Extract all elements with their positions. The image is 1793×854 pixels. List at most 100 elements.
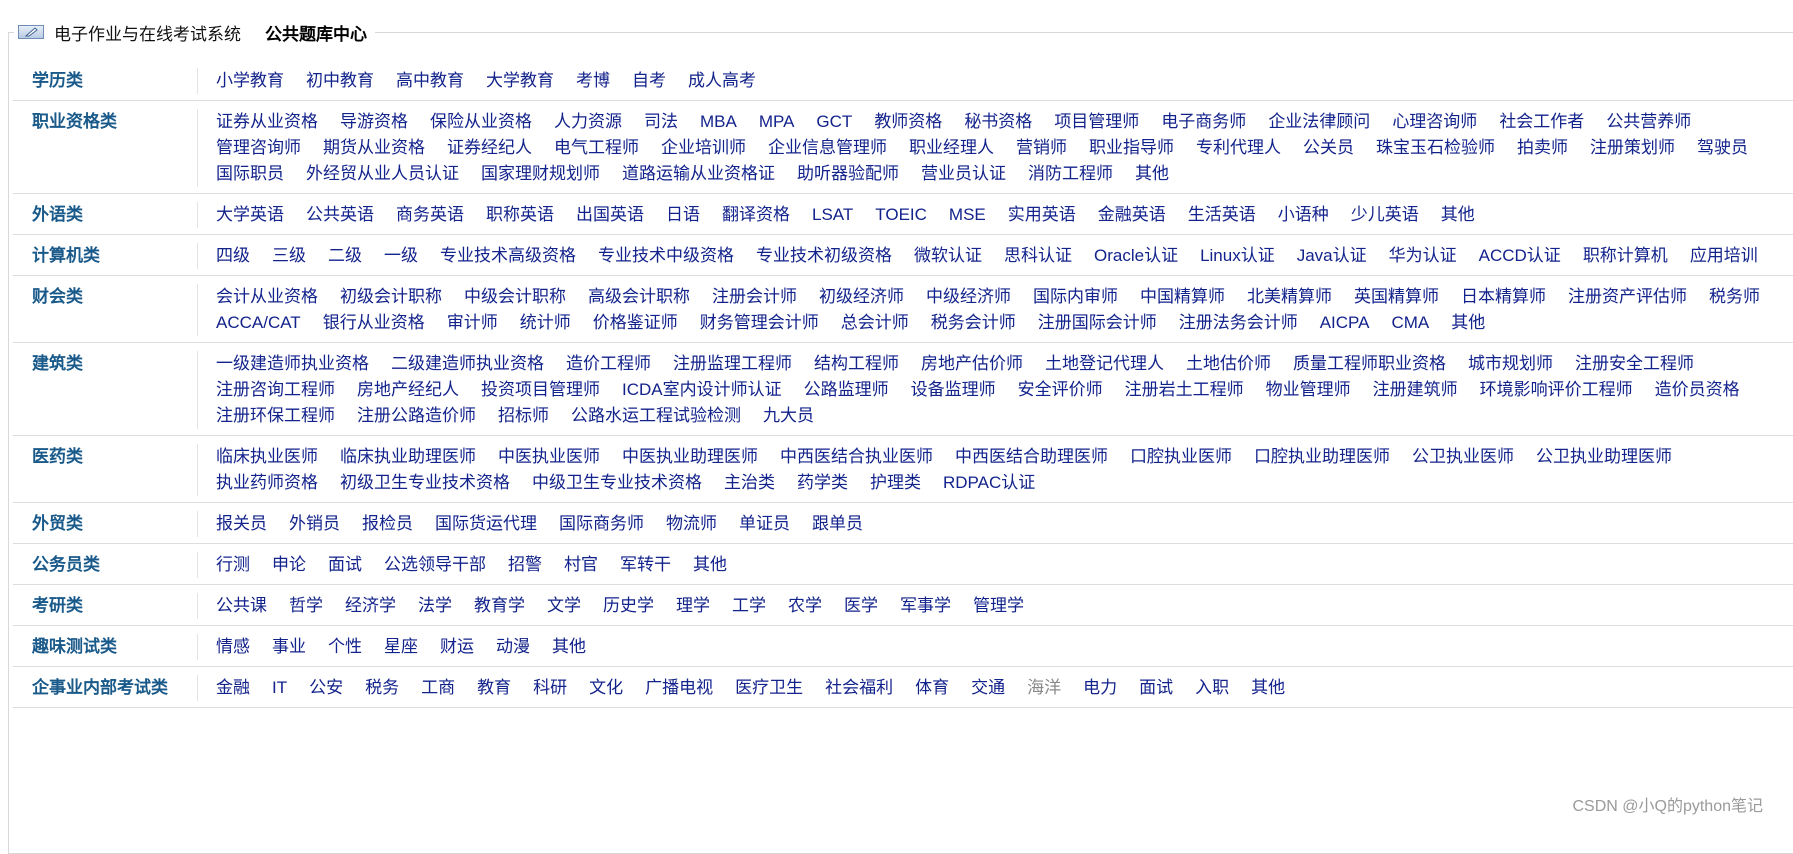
subject-link[interactable]: 农学 [788, 593, 822, 619]
subject-link[interactable]: 国家理财规划师 [481, 161, 600, 187]
subject-link[interactable]: 事业 [272, 634, 306, 660]
subject-link[interactable]: 证券经纪人 [447, 135, 532, 161]
subject-link[interactable]: 法学 [418, 593, 452, 619]
subject-link[interactable]: 教育 [477, 675, 511, 701]
subject-link[interactable]: 应用培训 [1690, 243, 1758, 269]
subject-link[interactable]: 临床执业助理医师 [340, 444, 476, 470]
subject-link[interactable]: 村官 [564, 552, 598, 578]
subject-link[interactable]: 中级经济师 [926, 284, 1011, 310]
subject-link[interactable]: 消防工程师 [1028, 161, 1113, 187]
subject-link[interactable]: 英国精算师 [1354, 284, 1439, 310]
subject-link[interactable]: 公关员 [1303, 135, 1354, 161]
subject-link[interactable]: 理学 [676, 593, 710, 619]
subject-link[interactable]: 职业指导师 [1089, 135, 1174, 161]
subject-link[interactable]: 金融 [216, 675, 250, 701]
subject-link[interactable]: 海洋 [1027, 675, 1061, 701]
subject-link[interactable]: 中医执业医师 [498, 444, 600, 470]
subject-link[interactable]: 专业技术中级资格 [598, 243, 734, 269]
subject-link[interactable]: 城市规划师 [1468, 351, 1553, 377]
subject-link[interactable]: 外销员 [289, 511, 340, 537]
subject-link[interactable]: ICDA室内设计师认证 [622, 377, 782, 403]
subject-link[interactable]: 驾驶员 [1697, 135, 1748, 161]
subject-link[interactable]: 人力资源 [554, 109, 622, 135]
subject-link[interactable]: 北美精算师 [1247, 284, 1332, 310]
subject-link[interactable]: 管理学 [973, 593, 1024, 619]
subject-link[interactable]: 中国精算师 [1140, 284, 1225, 310]
subject-link[interactable]: 大学教育 [486, 68, 554, 94]
subject-link[interactable]: 财运 [440, 634, 474, 660]
subject-link[interactable]: ACCA/CAT [216, 310, 301, 336]
subject-link[interactable]: 秘书资格 [964, 109, 1032, 135]
subject-link[interactable]: 公卫执业助理医师 [1536, 444, 1672, 470]
subject-link[interactable]: 注册法务会计师 [1179, 310, 1298, 336]
subject-link[interactable]: 护理类 [870, 470, 921, 496]
subject-link[interactable]: 中医执业助理医师 [622, 444, 758, 470]
subject-link[interactable]: 土地估价师 [1186, 351, 1271, 377]
subject-link[interactable]: 临床执业医师 [216, 444, 318, 470]
subject-link[interactable]: 注册安全工程师 [1575, 351, 1694, 377]
subject-link[interactable]: 三级 [272, 243, 306, 269]
subject-link[interactable]: 税务会计师 [931, 310, 1016, 336]
subject-link[interactable]: 国际货运代理 [435, 511, 537, 537]
subject-link[interactable]: 一级建造师执业资格 [216, 351, 369, 377]
subject-link[interactable]: 小语种 [1278, 202, 1329, 228]
subject-link[interactable]: 实用英语 [1008, 202, 1076, 228]
subject-link[interactable]: 动漫 [496, 634, 530, 660]
subject-link[interactable]: 报关员 [216, 511, 267, 537]
subject-link[interactable]: 注册岩土工程师 [1125, 377, 1244, 403]
subject-link[interactable]: 珠宝玉石检验师 [1376, 135, 1495, 161]
subject-link[interactable]: 证券从业资格 [216, 109, 318, 135]
subject-link[interactable]: 营销师 [1016, 135, 1067, 161]
subject-link[interactable]: 华为认证 [1389, 243, 1457, 269]
subject-link[interactable]: 口腔执业医师 [1130, 444, 1232, 470]
subject-link[interactable]: 中级会计职称 [464, 284, 566, 310]
subject-link[interactable]: 广播电视 [645, 675, 713, 701]
subject-link[interactable]: RDPAC认证 [943, 470, 1035, 496]
subject-link[interactable]: 初中教育 [306, 68, 374, 94]
subject-link[interactable]: 思科认证 [1004, 243, 1072, 269]
subject-link[interactable]: 自考 [632, 68, 666, 94]
subject-link[interactable]: 医学 [844, 593, 878, 619]
subject-link[interactable]: 统计师 [520, 310, 571, 336]
subject-link[interactable]: 其他 [1251, 675, 1285, 701]
subject-link[interactable]: 公共英语 [306, 202, 374, 228]
subject-link[interactable]: 少儿英语 [1351, 202, 1419, 228]
subject-link[interactable]: 公安 [309, 675, 343, 701]
subject-link[interactable]: 公卫执业医师 [1412, 444, 1514, 470]
subject-link[interactable]: 中级卫生专业技术资格 [532, 470, 702, 496]
subject-link[interactable]: 科研 [533, 675, 567, 701]
subject-link[interactable]: 入职 [1195, 675, 1229, 701]
subject-link[interactable]: 注册监理工程师 [673, 351, 792, 377]
subject-link[interactable]: 公共课 [216, 593, 267, 619]
subject-link[interactable]: 工商 [421, 675, 455, 701]
subject-link[interactable]: 其他 [1441, 202, 1475, 228]
subject-link[interactable]: 跟单员 [812, 511, 863, 537]
subject-link[interactable]: Linux认证 [1200, 243, 1275, 269]
subject-link[interactable]: 项目管理师 [1054, 109, 1139, 135]
subject-link[interactable]: 其他 [693, 552, 727, 578]
subject-link[interactable]: 公共营养师 [1606, 109, 1691, 135]
subject-link[interactable]: 注册会计师 [712, 284, 797, 310]
subject-link[interactable]: 企业法律顾问 [1268, 109, 1370, 135]
subject-link[interactable]: 电子商务师 [1161, 109, 1246, 135]
subject-link[interactable]: 招标师 [498, 403, 549, 429]
subject-link[interactable]: 生活英语 [1188, 202, 1256, 228]
subject-link[interactable]: 工学 [732, 593, 766, 619]
subject-link[interactable]: 营业员认证 [921, 161, 1006, 187]
subject-link[interactable]: 道路运输从业资格证 [622, 161, 775, 187]
subject-link[interactable]: 一级 [384, 243, 418, 269]
subject-link[interactable]: MPA [759, 109, 795, 135]
subject-link[interactable]: 房地产经纪人 [357, 377, 459, 403]
subject-link[interactable]: 文学 [547, 593, 581, 619]
subject-link[interactable]: 出国英语 [576, 202, 644, 228]
subject-link[interactable]: 造价员资格 [1655, 377, 1740, 403]
subject-link[interactable]: MSE [949, 202, 986, 228]
subject-link[interactable]: GCT [816, 109, 852, 135]
subject-link[interactable]: 造价工程师 [566, 351, 651, 377]
subject-link[interactable]: CMA [1391, 310, 1429, 336]
subject-link[interactable]: 质量工程师职业资格 [1293, 351, 1446, 377]
subject-link[interactable]: 历史学 [603, 593, 654, 619]
subject-link[interactable]: 面试 [1139, 675, 1173, 701]
subject-link[interactable]: 审计师 [447, 310, 498, 336]
subject-link[interactable]: 经济学 [345, 593, 396, 619]
